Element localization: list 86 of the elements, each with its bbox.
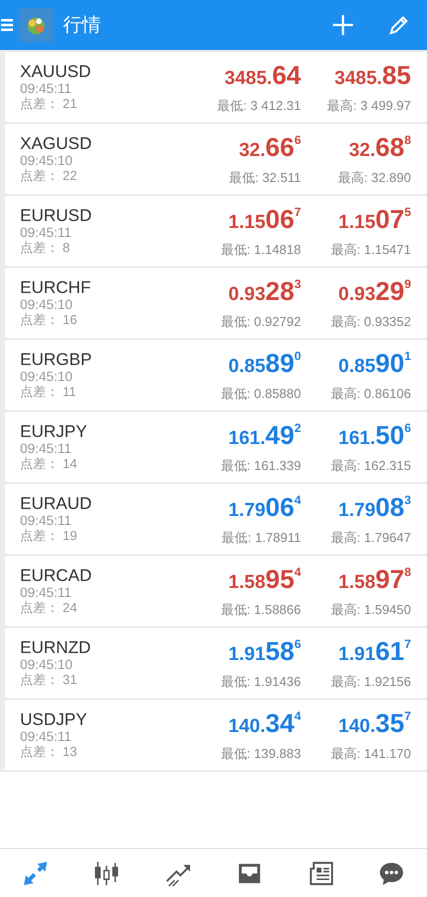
symbol-name: EURCHF	[20, 278, 92, 297]
high-price-text: 最高: 141.170	[330, 744, 411, 762]
symbol-name: EURUSD	[20, 206, 93, 225]
high-price-text: 最高: 1.15471	[330, 240, 411, 258]
low-price-text: 最低: 139.883	[220, 744, 301, 762]
bid-price: 3485.64	[224, 60, 301, 92]
high-price-text: 最高: 1.92156	[330, 672, 411, 690]
bid-price: 161.49$^{2}$	[228, 420, 301, 452]
quote-row[interactable]: EURCAD 09:45:11 点差： 24 1.5895$^{4}$ 最低: 1.58866 1.5897$^{8}$ 最高: 1.59450	[5, 556, 427, 626]
high-price-text: 最高: 0.93352	[330, 312, 411, 330]
ask-price: 1.1507$^{5}$	[338, 204, 411, 236]
bid-price: 1.5895$^{4}$	[228, 564, 301, 596]
low-price-text: 最低: 1.78911	[222, 528, 301, 546]
spread-text: 点差： 21	[20, 96, 78, 112]
symbol-name: EURNZD	[20, 638, 92, 657]
high-price-text: 最高: 162.315	[330, 456, 411, 474]
bid-price: 1.1506$^{7}$	[228, 204, 301, 236]
quote-row[interactable]: EURJPY 09:45:11 点差： 14 161.49$^{2}$ 最低: 161.339 161.50$^{6}$ 最高: 162.315	[5, 412, 427, 482]
quote-time: 09:45:10	[20, 369, 74, 384]
quote-row[interactable]: XAGUSD 09:45:10 点差： 22 32.66$^{6}$ 最低: 32.511 32.68$^{8}$ 最高: 32.890	[5, 124, 427, 194]
quote-row[interactable]: XAUUSD 09:45:11 点差： 21 3485.64 最低: 3 412.31 3485.85 最高: 3 499.97	[5, 52, 427, 122]
high-price-text: 最高: 32.890	[338, 168, 411, 186]
bid-price: 1.7906$^{4}$	[228, 492, 301, 524]
bid-price: 1.9158$^{6}$	[228, 636, 301, 668]
spread-text: 点差： 31	[20, 672, 78, 688]
ask-price: 32.68$^{8}$	[348, 132, 411, 164]
ask-price: 1.9161$^{7}$	[338, 636, 411, 668]
symbol-name: EURCAD	[20, 566, 93, 585]
add-icon[interactable]	[331, 13, 355, 37]
spread-text: 点差： 11	[20, 384, 78, 400]
candlestick-icon	[93, 860, 120, 886]
ask-price: 140.35$^{7}$	[338, 708, 411, 740]
quote-time: 09:45:10	[20, 153, 74, 168]
symbol-name: XAGUSD	[20, 134, 93, 153]
low-price-text: 最低: 1.14818	[220, 240, 301, 258]
quote-row[interactable]: USDJPY 09:45:11 点差： 13 140.34$^{4}$ 最低: 139.883 140.35$^{7}$ 最高: 141.170	[5, 700, 427, 770]
low-price-text: 最低: 32.511	[228, 168, 301, 186]
quote-time: 09:45:11	[20, 225, 73, 240]
symbol-name: EURJPY	[20, 422, 88, 441]
quote-row[interactable]: EURGBP 09:45:10 点差： 11 0.8589$^{0}$ 最低: 0.85880 0.8590$^{1}$ 最高: 0.86106	[5, 340, 427, 410]
spread-text: 点差： 14	[20, 456, 78, 472]
quote-time: 09:45:11	[20, 513, 73, 528]
ask-price: 161.50$^{6}$	[338, 420, 411, 452]
symbol-name: USDJPY	[20, 710, 88, 729]
ask-price: 1.7908$^{3}$	[338, 492, 411, 524]
symbol-name: XAUUSD	[20, 62, 92, 81]
high-price-text: 最高: 1.79647	[330, 528, 411, 546]
quote-time: 09:45:11	[20, 441, 73, 456]
quote-time: 09:45:11	[20, 729, 73, 744]
ask-price: 3485.85	[334, 60, 411, 92]
spread-text: 点差： 24	[20, 600, 78, 616]
quote-row[interactable]: EURNZD 09:45:10 点差： 31 1.9158$^{6}$ 最低: 1.91436 1.9161$^{7}$ 最高: 1.92156	[5, 628, 427, 698]
low-price-text: 最低: 1.91436	[220, 672, 301, 690]
quote-time: 09:45:10	[20, 297, 74, 312]
spread-text: 点差： 13	[20, 744, 78, 760]
quote-time: 09:45:11	[20, 81, 73, 96]
bid-price: 32.66$^{6}$	[238, 132, 301, 164]
low-price-text: 最低: 0.92792	[220, 312, 301, 330]
ask-price: 0.8590$^{1}$	[338, 348, 411, 380]
spread-text: 点差： 22	[20, 168, 78, 184]
bid-price: 0.8589$^{0}$	[228, 348, 301, 380]
quote-row[interactable]: EURUSD 09:45:11 点差： 8 1.1506$^{7}$ 最低: 1.14818 1.1507$^{5}$ 最高: 1.15471	[5, 196, 427, 266]
ask-price: 0.9329$^{9}$	[338, 276, 411, 308]
quote-row[interactable]: EURCHF 09:45:10 点差： 16 0.9328$^{3}$ 最低: 0.92792 0.9329$^{9}$ 最高: 0.93352	[5, 268, 427, 338]
app-logo-icon	[19, 8, 53, 42]
low-price-text: 最低: 3 412.31	[217, 96, 301, 114]
quote-row[interactable]: EURAUD 09:45:11 点差： 19 1.7906$^{4}$ 最低: 1.78911 1.7908$^{3}$ 最高: 1.79647	[5, 484, 427, 554]
low-price-text: 最低: 161.339	[220, 456, 301, 474]
spread-text: 点差： 16	[20, 312, 78, 328]
symbol-name: EURGBP	[20, 350, 93, 369]
low-price-text: 最低: 0.85880	[220, 384, 301, 402]
low-price-text: 最低: 1.58866	[220, 600, 301, 618]
high-price-text: 最高: 3 499.97	[327, 96, 411, 114]
screen-title: 行情	[63, 14, 101, 38]
high-price-text: 最高: 0.86106	[330, 384, 411, 402]
ask-price: 1.5897$^{8}$	[338, 564, 411, 596]
spread-text: 点差： 19	[20, 528, 78, 544]
high-price-text: 最高: 1.59450	[330, 600, 411, 618]
bid-price: 0.9328$^{3}$	[228, 276, 301, 308]
spread-text: 点差： 8	[20, 240, 71, 256]
bid-price: 140.34$^{4}$	[228, 708, 301, 740]
two-arrows-icon	[22, 860, 50, 886]
menu-icon[interactable]	[1, 18, 13, 32]
symbol-name: EURAUD	[20, 494, 93, 513]
quote-time: 09:45:10	[20, 657, 74, 672]
quote-time: 09:45:11	[20, 585, 73, 600]
